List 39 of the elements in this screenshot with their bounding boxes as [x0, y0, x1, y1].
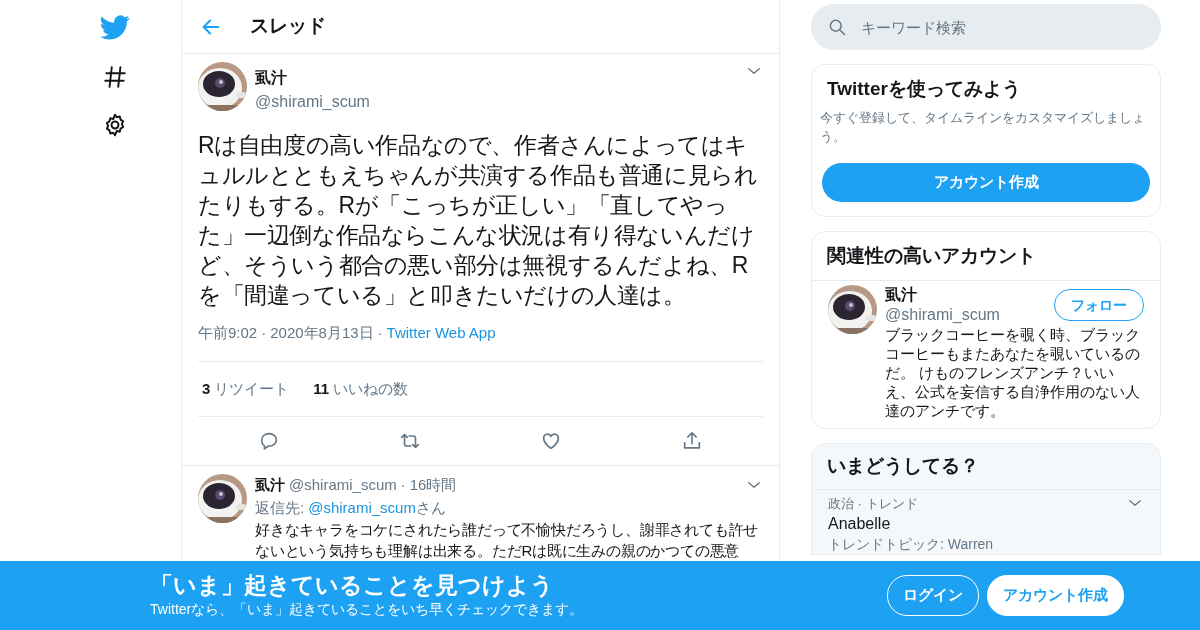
author-handle: @shirami_scum: [255, 92, 371, 112]
author-name: 虱汁: [255, 475, 285, 495]
stat-link[interactable]: 11 いいねの数: [313, 377, 409, 400]
card-title: Twitterを使ってみよう: [826, 77, 1022, 101]
card-text: 今すぐ登録して、タイムラインをカスタマイズしましょう。: [819, 108, 1146, 146]
banner-title: 「いま」起きていることを見つけよう: [150, 571, 555, 599]
tweet-date: 2020年8月13日: [270, 323, 374, 343]
mention-link[interactable]: @shirami_scum: [308, 498, 416, 516]
trend-context: 政治 · トレンド: [828, 494, 918, 513]
source-link[interactable]: Twitter Web App: [386, 322, 496, 345]
hashtag-icon[interactable]: [102, 64, 128, 90]
search-icon: [827, 17, 847, 37]
card-title: 関連性の高いアカウント: [826, 243, 1037, 268]
card-title: いまどうしてる？: [826, 454, 980, 478]
account-bio: ブラックコーヒーを覗く時、ブラックコーヒーもまたあなたを覗いているのだ。 けものフレンズアンチ？いいえ、公式を妄信する自浄作用のない人達のアンチです。: [885, 325, 1141, 420]
stat-link[interactable]: 3 リツイート: [202, 377, 290, 400]
follow-button[interactable]: フォロー: [1054, 289, 1144, 321]
page-title: スレッド: [250, 14, 326, 39]
separator-dot: ·: [261, 323, 267, 343]
trend-name: Anabelle: [828, 513, 892, 534]
separator-dot: ·: [377, 323, 383, 343]
account-handle: @shirami_scum: [885, 305, 1000, 325]
reply-suffix: さん: [415, 498, 446, 516]
author-name: 虱汁: [255, 68, 288, 88]
tweet-text: Rは自由度の高い作品なので、作者さんによってはキュルルとともえちゃんが共演する作品も普通に見られたりもする。Rが「こっちが正しい」「直してやった」一辺倒な作品ならこんな状況は有り得ないんだけど、そういう都合の悪い部分は無視するんだよね、Rを「間違っている」と叩きたいだけの人達は。: [198, 131, 759, 310]
search-field[interactable]: キーワード検索: [811, 4, 1161, 50]
reply-text: 好きなキャラをコケにされたら誰だって不愉快だろうし、謝罪されても許せないという気持ちも理解は出来る。ただRは既に生みの親のかつての悪意: [255, 520, 760, 561]
trend-detail: トレンドトピック: Warren: [828, 534, 995, 554]
author-handle: @shirami_scum: [289, 475, 397, 495]
tweet-age: 16時間: [409, 475, 458, 495]
reply-label: 返信先:: [255, 498, 305, 516]
create-account-button[interactable]: アカウント作成: [987, 575, 1124, 616]
tweet-time: 午前9:02: [198, 323, 258, 343]
create-account-button[interactable]: アカウント作成: [822, 162, 1150, 202]
twitter-logo[interactable]: [100, 12, 130, 42]
separator-dot: ·: [400, 475, 406, 495]
banner-subtitle: Twitterなら、「いま」起きていることをいち早くチェックできます。: [150, 599, 585, 619]
account-name: 虱汁: [885, 285, 918, 305]
login-button[interactable]: ログイン: [887, 575, 979, 616]
